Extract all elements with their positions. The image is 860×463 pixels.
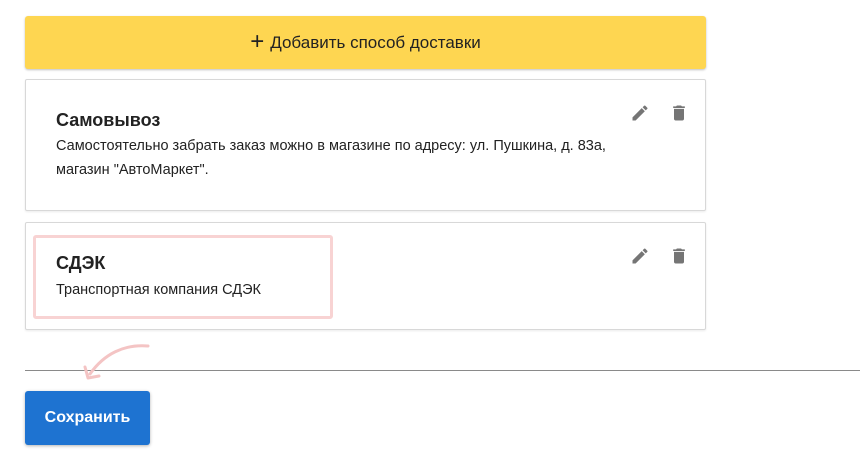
edit-button[interactable] (628, 244, 652, 268)
delivery-method-title: СДЭК (56, 253, 106, 273)
pencil-icon (632, 105, 648, 121)
delivery-method-description: Транспортная компания СДЭК (56, 282, 261, 298)
save-button[interactable]: Сохранить (25, 391, 150, 445)
delivery-method-description: Самостоятельно забрать заказ можно в маг… (56, 138, 606, 178)
curved-arrow-icon (83, 344, 150, 380)
save-button-label: Сохранить (44, 409, 131, 426)
add-delivery-method-label: Добавить способ доставки (270, 32, 481, 52)
pencil-icon (632, 248, 648, 264)
delete-button[interactable] (667, 101, 691, 125)
trash-icon (673, 105, 685, 121)
delivery-method-card-pickup: Самовывоз Самостоятельно забрать заказ м… (25, 79, 706, 211)
plus-icon: + (250, 27, 265, 55)
delivery-method-card-cdek: СДЭК Транспортная компания СДЭК (25, 222, 706, 330)
add-delivery-method-button[interactable]: + Добавить способ доставки (25, 16, 706, 69)
trash-icon (673, 248, 685, 264)
edit-button[interactable] (628, 101, 652, 125)
delete-button[interactable] (667, 244, 691, 268)
delivery-method-title: Самовывоз (56, 110, 161, 130)
